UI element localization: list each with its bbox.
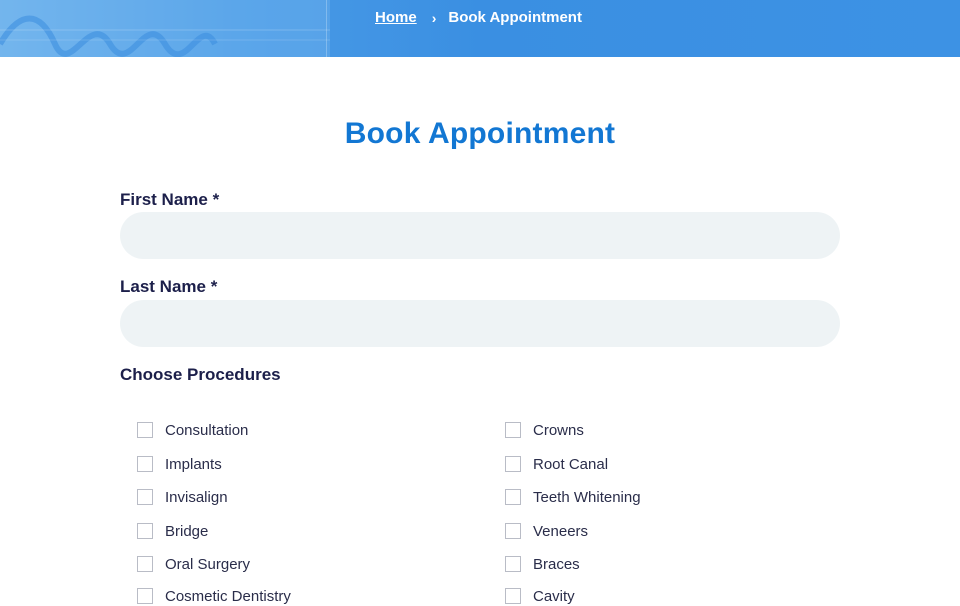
checkbox[interactable] (137, 489, 153, 505)
checkbox[interactable] (137, 523, 153, 539)
procedure-label: Braces (533, 555, 580, 573)
checkbox[interactable] (505, 489, 521, 505)
chevron-right-icon: › (431, 9, 437, 26)
procedure-bridge[interactable]: Bridge (137, 521, 208, 541)
procedure-teeth-whitening[interactable]: Teeth Whitening (505, 487, 641, 507)
procedure-label: Root Canal (533, 455, 609, 473)
checkbox[interactable] (137, 588, 153, 604)
checkbox[interactable] (137, 456, 153, 472)
checkbox[interactable] (137, 422, 153, 438)
checkbox[interactable] (505, 588, 521, 604)
breadcrumb: Home › Book Appointment (375, 9, 582, 26)
last-name-field[interactable] (120, 300, 840, 347)
page-header-banner: Home › Book Appointment (0, 0, 960, 57)
first-name-field[interactable] (120, 212, 840, 259)
procedure-label: Teeth Whitening (533, 488, 641, 506)
first-name-label: First Name * (120, 190, 220, 209)
page-title: Book Appointment (344, 117, 616, 150)
procedure-root-canal[interactable]: Root Canal (505, 454, 608, 474)
breadcrumb-home-link[interactable]: Home (375, 9, 417, 26)
procedure-cosmetic-dentistry[interactable]: Cosmetic Dentistry (137, 586, 291, 606)
checkbox[interactable] (505, 556, 521, 572)
procedure-braces[interactable]: Braces (505, 554, 580, 574)
checkbox[interactable] (505, 523, 521, 539)
banner-divider (326, 0, 327, 57)
procedure-label: Oral Surgery (165, 555, 251, 573)
checkbox[interactable] (505, 422, 521, 438)
procedure-label: Cavity (533, 587, 575, 605)
procedure-label: Veneers (533, 522, 589, 540)
procedure-label: Implants (165, 455, 222, 473)
procedures-label: Choose Procedures (120, 365, 281, 384)
procedure-implants[interactable]: Implants (137, 454, 222, 474)
procedure-label: Invisalign (165, 488, 228, 506)
procedure-consultation[interactable]: Consultation (137, 420, 248, 440)
procedure-label: Crowns (533, 421, 584, 439)
procedure-label: Cosmetic Dentistry (165, 587, 291, 605)
procedure-oral-surgery[interactable]: Oral Surgery (137, 554, 250, 574)
procedure-label: Bridge (165, 522, 209, 540)
banner-decoration (0, 0, 330, 57)
checkbox[interactable] (505, 456, 521, 472)
last-name-label: Last Name * (120, 277, 218, 296)
checkbox[interactable] (137, 556, 153, 572)
procedure-invisalign[interactable]: Invisalign (137, 487, 228, 507)
procedure-cavity[interactable]: Cavity (505, 586, 575, 606)
procedure-veneers[interactable]: Veneers (505, 521, 588, 541)
breadcrumb-current: Book Appointment (448, 9, 582, 26)
procedure-crowns[interactable]: Crowns (505, 420, 584, 440)
procedure-label: Consultation (165, 421, 249, 439)
